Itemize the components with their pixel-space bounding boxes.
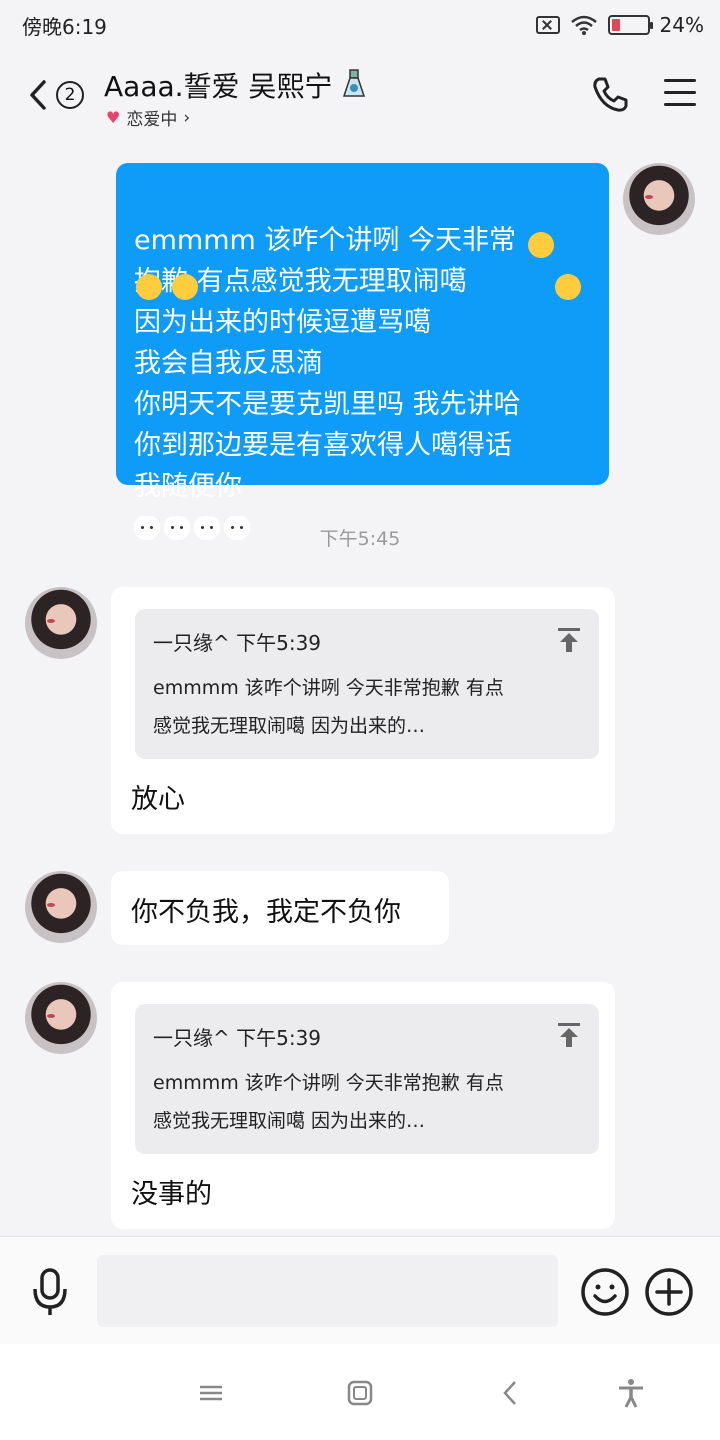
jump-to-top-icon[interactable] bbox=[557, 1022, 581, 1048]
contact-avatar[interactable] bbox=[25, 871, 97, 943]
thinking-emoji-icon bbox=[555, 274, 581, 300]
reply-text: 没事的 bbox=[131, 1179, 212, 1210]
reply-text: 放心 bbox=[131, 784, 185, 815]
home-button[interactable] bbox=[345, 1378, 375, 1408]
received-message-bubble[interactable]: 你不负我，我定不负你 bbox=[111, 871, 449, 945]
quote-text: emmmm 该咋个讲咧 今天非常抱歉 有点 感觉我无理取闹噶 因为出来的… bbox=[153, 1072, 504, 1132]
relationship-status[interactable]: ♥ 恋爱中 › bbox=[106, 105, 191, 131]
thinking-emoji-icon bbox=[136, 274, 162, 300]
microphone-button[interactable] bbox=[30, 1267, 70, 1317]
recent-apps-button[interactable] bbox=[196, 1378, 226, 1408]
thinking-emoji-icon bbox=[528, 232, 554, 258]
received-message-text: 你不负我，我定不负你 bbox=[131, 897, 401, 928]
contact-avatar[interactable] bbox=[25, 587, 97, 659]
system-nav-bar bbox=[0, 1344, 720, 1440]
message-timestamp: 下午5:45 bbox=[319, 528, 401, 550]
sent-message-bubble[interactable]: emmmm 该咋个讲咧 今天非常 抱歉 有点感觉我无理取闹噶 因为出来的时候逗遭… bbox=[116, 163, 609, 540]
contact-name: Aaaa.誓爱 吴熙宁 bbox=[104, 70, 333, 103]
chat-title[interactable]: Aaaa.誓爱 吴熙宁 bbox=[104, 65, 367, 105]
phone-call-button[interactable] bbox=[590, 75, 630, 115]
quoted-message[interactable]: 一只缘^ 下午5:39 emmmm 该咋个讲咧 今天非常抱歉 有点 感觉我无理取… bbox=[135, 609, 599, 759]
unread-count-badge: 2 bbox=[56, 81, 84, 109]
bottle-icon bbox=[343, 69, 366, 97]
menu-line bbox=[664, 103, 696, 106]
heart-emoji-icon: ♥ bbox=[106, 108, 121, 127]
chevron-right-icon: › bbox=[183, 107, 191, 128]
status-time: 傍晚6:19 bbox=[22, 14, 107, 39]
chat-header: 2 Aaaa.誓爱 吴熙宁 ♥ 恋爱中 › bbox=[0, 55, 720, 135]
my-avatar[interactable] bbox=[623, 163, 695, 235]
relationship-label: 恋爱中 bbox=[126, 110, 178, 130]
thinking-emoji-icon bbox=[172, 274, 198, 300]
jump-to-top-icon[interactable] bbox=[557, 627, 581, 653]
input-bar bbox=[0, 1236, 720, 1344]
menu-line bbox=[664, 79, 696, 82]
contact-avatar[interactable] bbox=[25, 982, 97, 1054]
back-button[interactable]: 2 bbox=[28, 75, 88, 115]
message-input[interactable] bbox=[97, 1255, 558, 1327]
menu-button[interactable] bbox=[664, 79, 696, 109]
add-button[interactable] bbox=[644, 1267, 694, 1317]
quote-text: emmmm 该咋个讲咧 今天非常抱歉 有点 感觉我无理取闹噶 因为出来的… bbox=[153, 677, 504, 737]
chevron-left-icon bbox=[30, 80, 46, 110]
emoji-button[interactable] bbox=[580, 1267, 630, 1317]
quoted-message[interactable]: 一只缘^ 下午5:39 emmmm 该咋个讲咧 今天非常抱歉 有点 感觉我无理取… bbox=[135, 1004, 599, 1154]
battery-icon bbox=[607, 15, 653, 35]
reply-message-bubble[interactable]: 一只缘^ 下午5:39 emmmm 该咋个讲咧 今天非常抱歉 有点 感觉我无理取… bbox=[111, 587, 615, 834]
sent-message-text: emmmm 该咋个讲咧 今天非常 抱歉 有点感觉我无理取闹噶 因为出来的时候逗遭… bbox=[134, 225, 521, 502]
accessibility-button[interactable] bbox=[616, 1378, 646, 1408]
wifi-icon bbox=[570, 15, 597, 35]
menu-line bbox=[664, 91, 696, 94]
no-sim-icon bbox=[535, 16, 560, 34]
quote-header: 一只缘^ 下午5:39 bbox=[153, 1026, 322, 1050]
reply-message-bubble[interactable]: 一只缘^ 下午5:39 emmmm 该咋个讲咧 今天非常抱歉 有点 感觉我无理取… bbox=[111, 982, 615, 1229]
back-nav-button[interactable] bbox=[496, 1378, 526, 1408]
quote-header: 一只缘^ 下午5:39 bbox=[153, 631, 322, 655]
status-bar: 傍晚6:19 24% bbox=[0, 0, 720, 50]
battery-percent: 24% bbox=[659, 13, 704, 37]
